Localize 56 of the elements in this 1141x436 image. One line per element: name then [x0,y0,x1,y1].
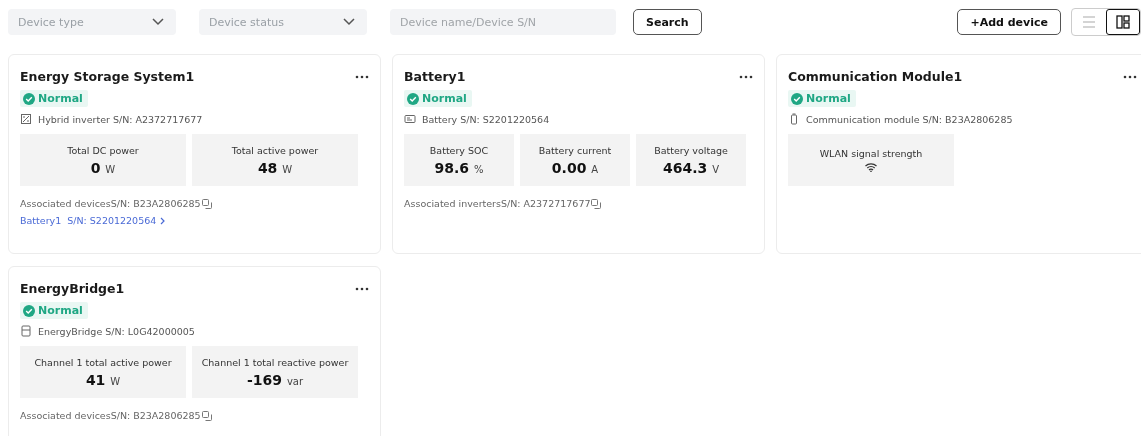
associated-serial: Associated devicesS/N: B23A2806285 [20,198,201,209]
device-title: Energy Storage System1 [20,69,195,84]
metric-label: Channel 1 total reactive power [201,356,349,368]
inverter-icon [20,113,32,125]
metric-label: Battery current [538,144,612,156]
search-field[interactable]: Device name/Device S/N [390,9,616,35]
status-badge: Normal [20,302,88,319]
metric-label: Total DC power [67,144,139,156]
chevron-right-icon [160,216,166,225]
device-title: EnergyBridge1 [20,281,125,296]
associated-serial: Associated devicesS/N: B23A2806285 [20,410,201,421]
card-view-button[interactable] [1106,9,1140,35]
copy-icon[interactable] [591,198,602,209]
more-icon[interactable] [739,74,753,79]
metric-label: Battery SOC [429,144,489,156]
metric-value: 48 W [257,159,293,176]
check-circle-icon [23,304,35,317]
metric-label: Battery voltage [654,144,728,156]
metric-label: WLAN signal strength [819,148,923,159]
status-badge: Normal [404,90,472,107]
copy-icon[interactable] [201,410,212,421]
associated-serial: Associated invertersS/N: A2372717677 [404,198,591,209]
more-icon[interactable] [1123,74,1137,79]
metric-label: Channel 1 total active power [34,356,172,368]
check-circle-icon [791,92,803,105]
module-icon [788,113,800,125]
copy-icon[interactable] [201,198,212,209]
chevron-down-icon [152,18,164,26]
metric-value: 0 W [90,159,116,176]
linked-device-link[interactable]: Battery1 S/N: S2201220564 [20,215,166,226]
check-circle-icon [23,92,35,105]
metric-value: 41 W [85,371,121,388]
device-title: Battery1 [404,69,466,84]
metric-value: 464.3 V [663,159,719,176]
more-icon[interactable] [355,286,369,291]
device-serial: EnergyBridge S/N: L0G42000005 [38,325,195,337]
grid-icon [1116,15,1130,29]
status-badge: Normal [20,90,88,107]
metric-value: -169 var [246,371,304,388]
check-circle-icon [407,92,419,105]
battery-icon [404,113,416,125]
metric-value: 0.00 A [551,159,599,176]
device-serial: Communication module S/N: B23A2806285 [806,113,1013,125]
wifi-icon [865,163,877,172]
more-icon[interactable] [355,74,369,79]
search-button[interactable]: Search [633,9,702,35]
device-icon [20,325,32,337]
list-icon [1082,16,1096,28]
device-serial: Hybrid inverter S/N: A2372717677 [38,113,203,125]
device-title: Communication Module1 [788,69,963,84]
metric-value: 98.6 % [434,159,484,176]
status-badge: Normal [788,90,856,107]
add-device-button[interactable]: +Add device [957,9,1061,35]
metric-label: Total active power [231,144,319,156]
device-serial: Battery S/N: S2201220564 [422,113,550,125]
chevron-down-icon [343,18,355,26]
